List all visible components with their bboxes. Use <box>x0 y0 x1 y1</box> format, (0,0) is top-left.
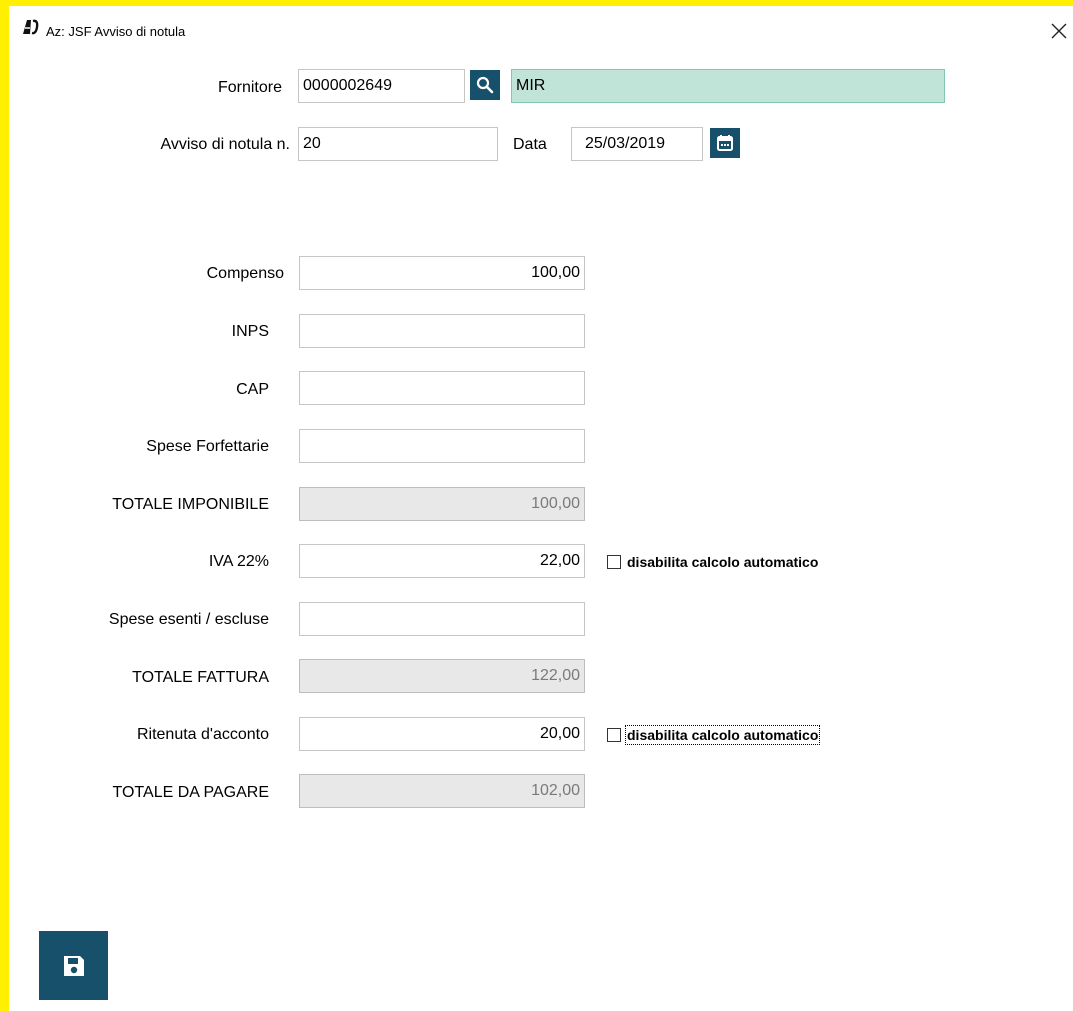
data-input[interactable] <box>571 127 703 161</box>
row-label-inps: INPS <box>231 323 269 340</box>
inps-input[interactable] <box>299 314 585 348</box>
cap-input[interactable] <box>299 371 585 405</box>
ritenuta-checkbox-box[interactable] <box>607 728 621 742</box>
fornitore-label: Fornitore <box>217 79 282 96</box>
avviso-number-label: Avviso di notula n. <box>160 136 290 153</box>
row-label-totale-imponibile: TOTALE IMPONIBILE <box>112 496 269 513</box>
totale-fattura-field <box>299 659 585 693</box>
window-frame-left <box>0 0 9 1011</box>
app-logo-icon <box>23 19 39 35</box>
search-supplier-button[interactable] <box>470 70 500 100</box>
close-icon[interactable] <box>1048 20 1070 42</box>
save-icon <box>63 955 84 976</box>
avviso-number-input[interactable] <box>298 127 498 161</box>
row-label-compenso: Compenso <box>206 265 284 282</box>
iva-disable-auto-checkbox[interactable]: disabilita calcolo automatico <box>607 554 818 570</box>
ritenuta-input[interactable] <box>299 717 585 751</box>
row-label-ritenuta: Ritenuta d'acconto <box>136 726 269 743</box>
row-label-iva: IVA 22% <box>208 553 269 570</box>
save-button[interactable] <box>39 931 108 1000</box>
window-title: Az: JSF Avviso di notula <box>46 24 186 39</box>
iva-checkbox-label: disabilita calcolo automatico <box>627 554 819 570</box>
compenso-input[interactable] <box>299 256 585 290</box>
totale-imponibile-field <box>299 487 585 521</box>
spese-forfettarie-input[interactable] <box>299 429 585 463</box>
ritenuta-checkbox-label: disabilita calcolo automatico <box>624 725 821 745</box>
fornitore-code-input[interactable] <box>298 69 465 103</box>
row-label-cap: CAP <box>236 381 269 398</box>
data-label: Data <box>513 136 547 153</box>
row-label-totale-fattura: TOTALE FATTURA <box>132 669 269 686</box>
calendar-icon <box>717 135 733 151</box>
search-icon <box>476 76 494 94</box>
title-bar: Az: JSF Avviso di notula <box>9 6 1073 46</box>
totale-da-pagare-field <box>299 774 585 808</box>
ritenuta-disable-auto-checkbox[interactable]: disabilita calcolo automatico <box>607 725 821 745</box>
iva-input[interactable] <box>299 544 585 578</box>
row-label-spese-esenti: Spese esenti / escluse <box>108 611 269 628</box>
fornitore-name-field <box>511 69 945 103</box>
spese-esenti-input[interactable] <box>299 602 585 636</box>
row-label-totale-da-pagare: TOTALE DA PAGARE <box>112 784 270 801</box>
iva-checkbox-box[interactable] <box>607 555 621 569</box>
row-label-spese-forfettarie: Spese Forfettarie <box>146 438 269 455</box>
calendar-button[interactable] <box>710 128 740 158</box>
